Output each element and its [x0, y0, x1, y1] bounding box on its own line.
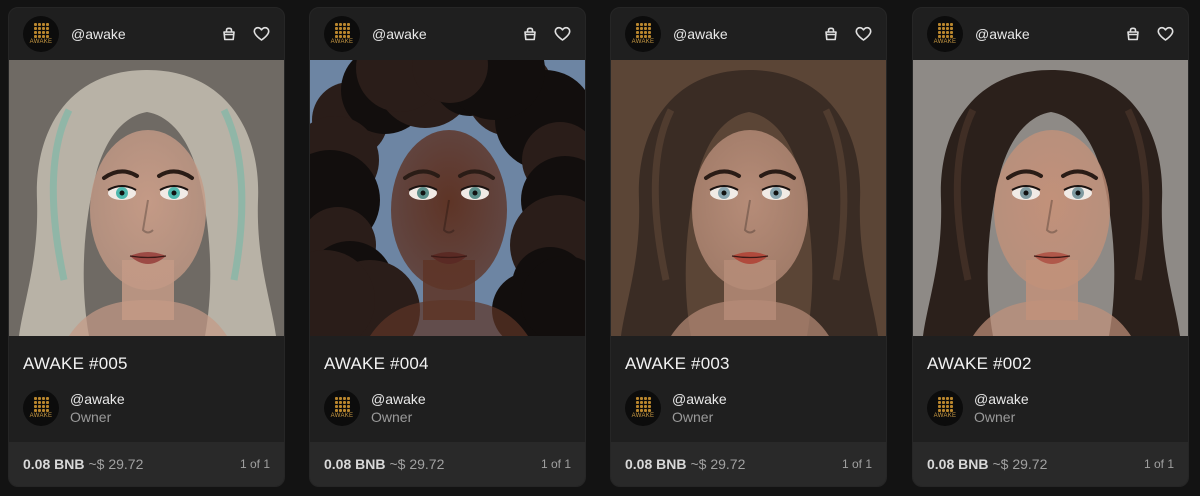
heart-icon[interactable] — [553, 25, 571, 43]
nft-card[interactable]: AWAKE @awake — [309, 7, 586, 487]
edition-count: 1 of 1 — [540, 457, 571, 471]
owner-info: AWAKE @awake Owner — [625, 390, 727, 426]
nft-card[interactable]: AWAKE @awake — [610, 7, 887, 487]
price-usd: ~$ 29.72 — [992, 456, 1048, 472]
bag-icon[interactable] — [521, 25, 539, 43]
creator-avatar[interactable]: AWAKE — [23, 16, 59, 52]
bag-icon[interactable] — [220, 25, 238, 43]
owner-avatar[interactable]: AWAKE — [324, 390, 360, 426]
logo-text: AWAKE — [933, 39, 957, 45]
card-footer: 0.08 BNB ~$ 29.72 1 of 1 — [913, 442, 1188, 486]
awake-logo-icon — [937, 397, 953, 412]
portrait-illustration — [9, 60, 284, 336]
owner-name[interactable]: @awake — [70, 390, 125, 408]
edition-count: 1 of 1 — [841, 457, 872, 471]
owner-role-label: Owner — [371, 409, 413, 425]
owner-info: AWAKE @awake Owner — [324, 390, 426, 426]
logo-text: AWAKE — [29, 413, 53, 419]
edition-count: 1 of 1 — [239, 457, 270, 471]
awake-logo-icon — [635, 23, 651, 38]
owner-avatar[interactable]: AWAKE — [625, 390, 661, 426]
price-bnb: 0.08 BNB — [927, 456, 989, 472]
owner-info: AWAKE @awake Owner — [23, 390, 125, 426]
logo-text: AWAKE — [631, 413, 655, 419]
logo-text: AWAKE — [330, 413, 354, 419]
card-footer: 0.08 BNB ~$ 29.72 1 of 1 — [611, 442, 886, 486]
nft-artwork[interactable] — [310, 60, 585, 336]
price-usd: ~$ 29.72 — [690, 456, 746, 472]
creator-name[interactable]: @awake — [372, 26, 427, 42]
card-header: AWAKE @awake — [9, 8, 284, 60]
nft-artwork[interactable] — [611, 60, 886, 336]
awake-logo-icon — [33, 397, 49, 412]
heart-icon[interactable] — [1156, 25, 1174, 43]
creator-name[interactable]: @awake — [975, 26, 1030, 42]
nft-artwork[interactable] — [9, 60, 284, 336]
awake-logo-icon — [334, 397, 350, 412]
portrait-illustration — [310, 60, 585, 336]
price-usd: ~$ 29.72 — [88, 456, 144, 472]
awake-logo-icon — [334, 23, 350, 38]
awake-logo-icon — [937, 23, 953, 38]
nft-title[interactable]: AWAKE #002 — [927, 354, 1032, 374]
portrait-illustration — [913, 60, 1188, 336]
awake-logo-icon — [33, 23, 49, 38]
creator-name[interactable]: @awake — [71, 26, 126, 42]
owner-name[interactable]: @awake — [672, 390, 727, 408]
creator-name[interactable]: @awake — [673, 26, 728, 42]
portrait-illustration — [611, 60, 886, 336]
logo-text: AWAKE — [29, 39, 53, 45]
heart-icon[interactable] — [854, 25, 872, 43]
owner-info: AWAKE @awake Owner — [927, 390, 1029, 426]
price-usd: ~$ 29.72 — [389, 456, 445, 472]
card-footer: 0.08 BNB ~$ 29.72 1 of 1 — [9, 442, 284, 486]
nft-card[interactable]: AWAKE @awake — [8, 7, 285, 487]
logo-text: AWAKE — [933, 413, 957, 419]
bag-icon[interactable] — [822, 25, 840, 43]
price-bnb: 0.08 BNB — [23, 456, 85, 472]
owner-name[interactable]: @awake — [371, 390, 426, 408]
nft-grid: AWAKE @awake AWAKE #005 AWAKE @awake Own… — [0, 0, 1200, 496]
owner-role-label: Owner — [70, 409, 112, 425]
card-header: AWAKE @awake — [611, 8, 886, 60]
nft-title[interactable]: AWAKE #004 — [324, 354, 429, 374]
price-bnb: 0.08 BNB — [625, 456, 687, 472]
creator-avatar[interactable]: AWAKE — [324, 16, 360, 52]
owner-role-label: Owner — [672, 409, 714, 425]
bag-icon[interactable] — [1124, 25, 1142, 43]
card-header: AWAKE @awake — [913, 8, 1188, 60]
owner-avatar[interactable]: AWAKE — [23, 390, 59, 426]
card-header: AWAKE @awake — [310, 8, 585, 60]
edition-count: 1 of 1 — [1143, 457, 1174, 471]
owner-name[interactable]: @awake — [974, 390, 1029, 408]
card-footer: 0.08 BNB ~$ 29.72 1 of 1 — [310, 442, 585, 486]
creator-avatar[interactable]: AWAKE — [625, 16, 661, 52]
nft-artwork[interactable] — [913, 60, 1188, 336]
nft-title[interactable]: AWAKE #003 — [625, 354, 730, 374]
logo-text: AWAKE — [330, 39, 354, 45]
awake-logo-icon — [635, 397, 651, 412]
price-bnb: 0.08 BNB — [324, 456, 386, 472]
logo-text: AWAKE — [631, 39, 655, 45]
nft-card[interactable]: AWAKE @awake — [912, 7, 1189, 487]
owner-role-label: Owner — [974, 409, 1016, 425]
creator-avatar[interactable]: AWAKE — [927, 16, 963, 52]
owner-avatar[interactable]: AWAKE — [927, 390, 963, 426]
nft-title[interactable]: AWAKE #005 — [23, 354, 128, 374]
heart-icon[interactable] — [252, 25, 270, 43]
